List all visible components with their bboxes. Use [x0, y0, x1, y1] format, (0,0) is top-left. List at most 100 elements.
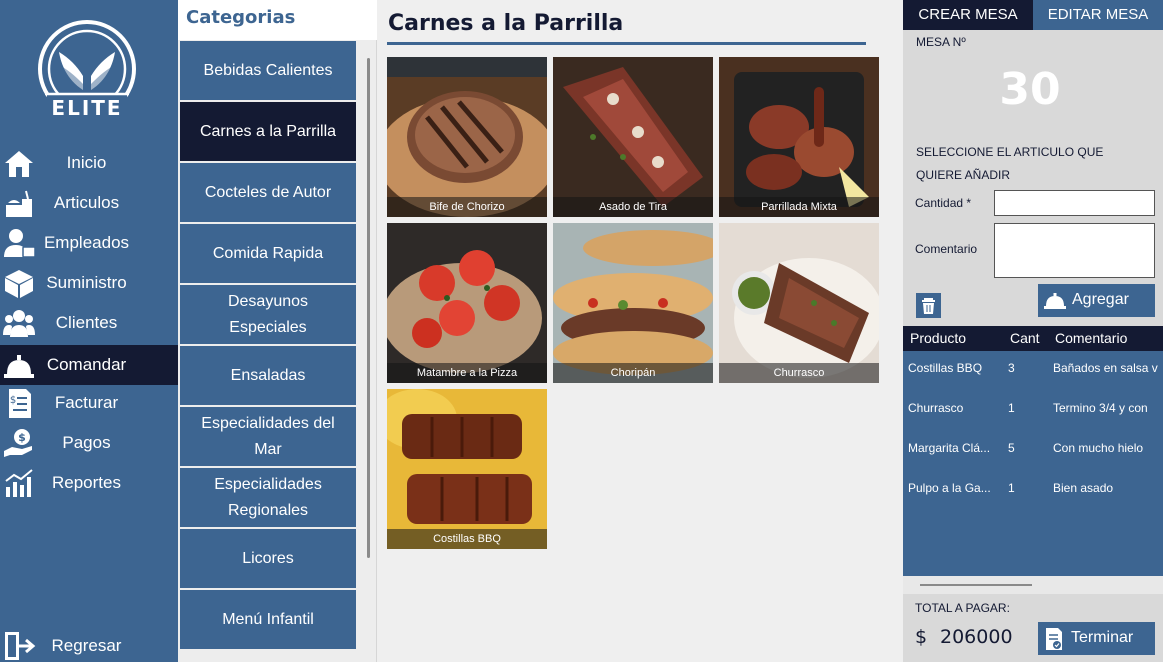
- nav-label: Facturar: [54, 393, 119, 412]
- category-header: Categorias: [178, 0, 377, 40]
- category-label: Especialidades del Mar: [201, 411, 334, 463]
- category-button[interactable]: Especialidades del Mar: [180, 407, 356, 466]
- nav-label: Reportes: [52, 473, 121, 492]
- category-label: Comida Rapida: [213, 241, 323, 267]
- category-label-line: Comida Rapida: [212, 244, 324, 262]
- nav-label: Clientes: [55, 313, 118, 332]
- cell-product: Pulpo a la Ga...: [908, 481, 991, 495]
- category-button[interactable]: Desayunos Especiales: [180, 285, 356, 344]
- category-label: Especialidades Regionales: [214, 472, 322, 524]
- column-header-product[interactable]: Producto: [910, 330, 966, 346]
- nav-item-suministro[interactable]: Suministro: [0, 263, 178, 303]
- product-card[interactable]: Costillas BBQ: [387, 389, 547, 549]
- horizontal-scrollbar[interactable]: [903, 576, 1163, 594]
- quantity-input[interactable]: [994, 190, 1155, 216]
- category-label-line: Menú Infantil: [222, 610, 314, 628]
- table-label: MESA Nº: [916, 35, 966, 49]
- instruction-text: QUIERE AÑADIR: [916, 168, 1011, 182]
- nav-item-comandar[interactable]: Comandar: [0, 345, 178, 385]
- column-header-comment[interactable]: Comentario: [1055, 330, 1127, 346]
- product-card[interactable]: Bife de Chorizo: [387, 57, 547, 217]
- cell-product: Churrasco: [908, 401, 964, 415]
- category-title: Categorias: [186, 7, 296, 28]
- category-button[interactable]: Licores: [180, 529, 356, 588]
- cell-comment: Bañados en salsa v: [1053, 361, 1158, 375]
- category-label: Carnes a la Parrilla: [200, 119, 336, 145]
- total-label: TOTAL A PAGAR:: [915, 601, 1010, 615]
- category-label: Ensaladas: [231, 363, 306, 389]
- category-label-line: Bebidas Calientes: [203, 61, 333, 79]
- back-button[interactable]: Regresar: [0, 625, 178, 662]
- product-name: Costillas BBQ: [387, 529, 547, 549]
- category-label-line: Regionales: [227, 501, 309, 519]
- product-name: Bife de Chorizo: [387, 197, 547, 217]
- product-name: Asado de Tira: [553, 197, 713, 217]
- nav-label: Inicio: [66, 153, 107, 172]
- category-button[interactable]: Cocteles de Autor: [180, 163, 356, 222]
- cell-comment: Termino 3/4 y con: [1053, 401, 1148, 415]
- category-button[interactable]: Comida Rapida: [180, 224, 356, 283]
- table-row[interactable]: Churrasco 1 Termino 3/4 y con: [903, 390, 1163, 430]
- product-name: Parrillada Mixta: [719, 197, 879, 217]
- tab-create-table[interactable]: CREAR MESA: [903, 0, 1033, 30]
- product-image: [387, 389, 547, 549]
- table-row[interactable]: Margarita Clá... 5 Con mucho hielo: [903, 430, 1163, 470]
- cell-qty: 3: [1008, 361, 1015, 375]
- tab-edit-table[interactable]: EDITAR MESA: [1033, 0, 1163, 30]
- category-button[interactable]: Ensaladas: [180, 346, 356, 405]
- comment-label: Comentario: [915, 242, 978, 256]
- cell-product: Costillas BBQ: [908, 361, 983, 375]
- nav-item-inicio[interactable]: Inicio: [0, 143, 178, 183]
- product-image: [387, 57, 547, 217]
- nav-item-reportes[interactable]: Reportes: [0, 463, 178, 503]
- back-label: Regresar: [51, 636, 122, 655]
- category-label-line: Especiales: [229, 318, 307, 336]
- category-button[interactable]: Carnes a la Parrilla: [180, 102, 356, 161]
- category-label: Licores: [242, 546, 294, 572]
- category-label: Menú Infantil: [222, 607, 314, 633]
- table-row[interactable]: Costillas BBQ 3 Bañados en salsa v: [903, 350, 1163, 390]
- title-underline: [387, 42, 866, 45]
- category-scrollbar[interactable]: [367, 58, 370, 558]
- table-row[interactable]: Pulpo a la Ga... 1 Bien asado: [903, 470, 1163, 510]
- product-card[interactable]: Parrillada Mixta: [719, 57, 879, 217]
- category-label-line: Desayunos: [227, 292, 309, 310]
- product-card[interactable]: Matambre a la Pizza: [387, 223, 547, 383]
- nav-item-pagos[interactable]: $ Pagos: [0, 423, 178, 463]
- quantity-label: Cantidad *: [915, 196, 972, 210]
- delete-button[interactable]: [916, 293, 941, 318]
- trash-icon: [922, 298, 935, 314]
- nav-item-clientes[interactable]: Clientes: [0, 303, 178, 343]
- currency-symbol: $: [915, 626, 928, 648]
- category-button[interactable]: Especialidades Regionales: [180, 468, 356, 527]
- column-header-qty[interactable]: Cant: [1010, 330, 1040, 346]
- category-label: Bebidas Calientes: [204, 58, 333, 84]
- finish-button-label: Terminar: [1071, 629, 1134, 646]
- product-card[interactable]: Churrasco: [719, 223, 879, 383]
- nav-item-empleados[interactable]: Empleados: [0, 223, 178, 263]
- add-button-label: Agregar: [1072, 291, 1129, 308]
- category-button[interactable]: Menú Infantil: [180, 590, 356, 649]
- product-image: [719, 223, 879, 383]
- svg-text:ELITE: ELITE: [51, 96, 122, 120]
- finish-button[interactable]: Terminar: [1038, 622, 1155, 655]
- product-image: [719, 57, 879, 217]
- cell-qty: 1: [1008, 481, 1015, 495]
- scrollbar-thumb[interactable]: [920, 584, 1032, 586]
- nav-label: Suministro: [46, 273, 127, 292]
- category-panel: Categorias Bebidas Calientes Carnes a la …: [178, 0, 377, 662]
- product-area: Carnes a la Parrilla Bife de Chorizo Asa…: [377, 0, 903, 662]
- category-button[interactable]: Bebidas Calientes: [180, 41, 356, 100]
- nav-item-articulos[interactable]: Articulos: [0, 183, 178, 223]
- cell-qty: 1: [1008, 401, 1015, 415]
- elite-logo: ELITE: [37, 18, 137, 120]
- product-card[interactable]: Asado de Tira: [553, 57, 713, 217]
- nav-item-facturar[interactable]: $ Facturar: [0, 383, 178, 423]
- service-bell-icon: [1044, 293, 1066, 309]
- product-card[interactable]: Choripán: [553, 223, 713, 383]
- product-name: Churrasco: [719, 363, 879, 383]
- section-title: Carnes a la Parrilla: [388, 11, 624, 36]
- category-label-line: Carnes a la Parrilla: [199, 122, 337, 140]
- add-item-button[interactable]: Agregar: [1038, 284, 1155, 317]
- comment-input[interactable]: [994, 223, 1155, 278]
